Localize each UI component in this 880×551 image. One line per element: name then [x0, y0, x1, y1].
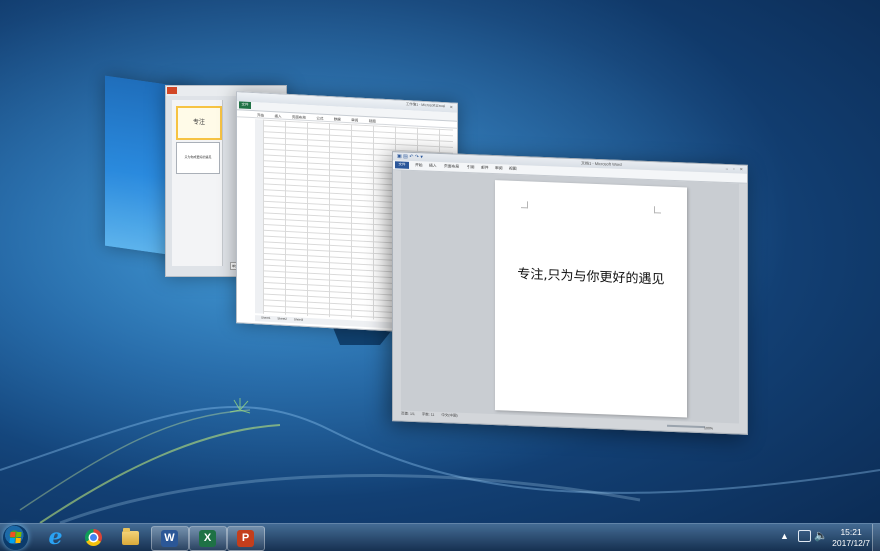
taskbar-internet-explorer[interactable]: e	[38, 526, 74, 549]
chrome-icon	[85, 529, 102, 546]
slide-2-text: 只为你成更好的遇见	[184, 155, 212, 159]
document-text[interactable]: 专注,只为与你更好的遇见	[495, 262, 687, 288]
clock[interactable]: 15:21 2017/12/7	[832, 527, 870, 549]
show-hidden-icons-icon[interactable]: ▲	[780, 531, 789, 541]
powerpoint-icon: P	[237, 530, 254, 547]
start-button[interactable]	[3, 525, 28, 550]
margin-mark	[654, 206, 661, 214]
volume-icon[interactable]: 🔈	[814, 529, 828, 542]
show-desktop-button[interactable]	[872, 524, 880, 551]
taskbar: e W X P ▲ 🔈 15:21 2017/12/7	[0, 523, 880, 551]
word-tab-insert[interactable]: 插入	[429, 163, 437, 168]
document-page[interactable]: 专注,只为与你更好的遇见	[495, 180, 687, 418]
word-tab-mailings[interactable]: 邮件	[481, 165, 489, 170]
excel-tab-home[interactable]: 开始	[257, 113, 264, 118]
margin-mark	[521, 201, 528, 209]
desktop: 专注 只为你成更好的遇见 单击此处添加备注 工作簿1 - Microsoft E…	[0, 0, 880, 523]
zoom-level[interactable]: 100%	[704, 426, 713, 430]
word-tab-view[interactable]: 视图	[509, 166, 517, 171]
word-tab-review[interactable]: 审阅	[495, 166, 503, 171]
slide-thumbnail-pane: 专注 只为你成更好的遇见	[172, 100, 223, 266]
system-tray: ▲ 🔈 15:21 2017/12/7	[780, 524, 880, 551]
word-title: 文档1 - Microsoft Word	[581, 159, 622, 167]
slide-thumbnail-1[interactable]: 专注	[176, 106, 222, 140]
windows-logo-icon	[9, 532, 22, 543]
taskbar-chrome[interactable]	[76, 526, 112, 549]
excel-icon: X	[199, 530, 216, 547]
network-icon[interactable]	[798, 530, 811, 542]
excel-tab-page-layout[interactable]: 页面布局	[292, 115, 306, 121]
excel-tab-review[interactable]: 审阅	[351, 118, 358, 123]
internet-explorer-icon: e	[48, 524, 63, 550]
word-window-controls[interactable]: – ▫ ✕	[726, 166, 745, 172]
word-file-tab[interactable]: 文件	[395, 161, 409, 169]
word-icon: W	[161, 530, 178, 547]
zoom-slider[interactable]	[667, 424, 705, 429]
status-word-count[interactable]: 字数: 11	[422, 412, 435, 416]
excel-tab-data[interactable]: 数据	[334, 117, 341, 122]
sheet-tab-3[interactable]: Sheet3	[294, 317, 304, 321]
word-tab-home[interactable]: 开始	[415, 163, 423, 168]
document-area: 专注,只为与你更好的遇见	[401, 170, 739, 424]
sheet-tab-2[interactable]: Sheet2	[277, 316, 287, 320]
taskbar-file-explorer[interactable]	[113, 526, 149, 549]
slide-1-text: 专注	[192, 120, 205, 126]
word-tab-references[interactable]: 引用	[467, 165, 475, 170]
excel-tab-insert[interactable]: 插入	[274, 114, 281, 119]
word-window[interactable]: ▣ ▤ ↶ ↷ ▾ 文档1 - Microsoft Word – ▫ ✕ 文件 …	[392, 151, 748, 435]
sheet-tab-1[interactable]: Sheet1	[261, 315, 271, 319]
taskbar-word[interactable]: W	[151, 526, 189, 551]
status-page[interactable]: 页面: 1/1	[401, 412, 415, 417]
quick-access-toolbar[interactable]: ▣ ▤ ↶ ↷ ▾	[397, 153, 423, 160]
powerpoint-file-tab	[167, 87, 177, 94]
excel-window-controls[interactable]: – ▫ ✕	[436, 104, 455, 110]
taskbar-powerpoint[interactable]: P	[227, 526, 265, 551]
excel-tab-view[interactable]: 视图	[369, 119, 376, 124]
taskbar-excel[interactable]: X	[189, 526, 227, 551]
excel-file-tab[interactable]: 文件	[239, 101, 251, 109]
slide-thumbnail-2[interactable]: 只为你成更好的遇见	[176, 142, 220, 174]
folder-icon	[122, 528, 139, 545]
excel-tab-formulas[interactable]: 公式	[316, 116, 323, 121]
clock-time: 15:21	[840, 527, 862, 537]
status-language[interactable]: 中文(中国)	[441, 413, 457, 418]
word-tab-page-layout[interactable]: 页面布局	[444, 164, 459, 170]
clock-date: 2017/12/7	[832, 538, 870, 548]
